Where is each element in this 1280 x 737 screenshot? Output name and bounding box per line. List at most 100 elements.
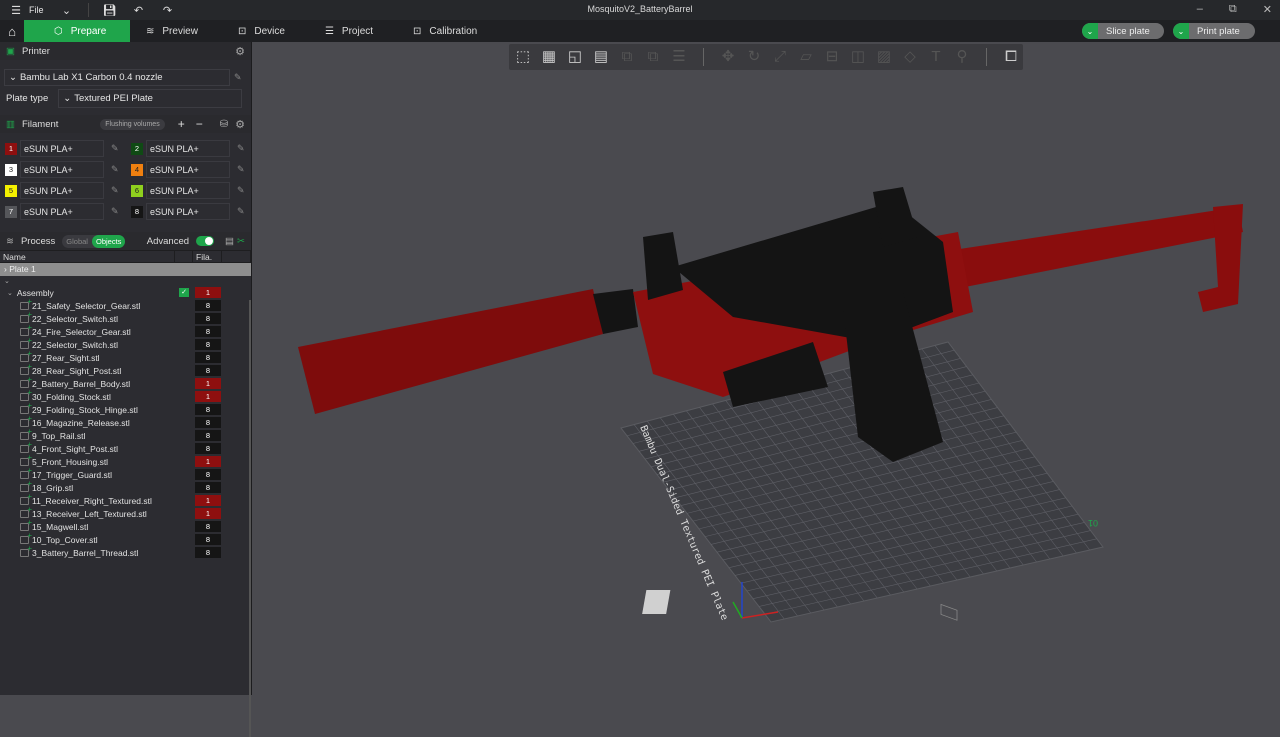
edit-icon[interactable]: ✎: [237, 185, 245, 196]
object-row[interactable]: 15_Magwell.stl 8: [0, 518, 251, 533]
filament-slot[interactable]: 1 eSUN PLA+ ✎: [5, 140, 131, 157]
filament-badge[interactable]: 8: [195, 534, 221, 545]
plate-row[interactable]: › Plate 1: [0, 263, 251, 276]
filament-name[interactable]: eSUN PLA+: [20, 140, 104, 157]
edit-icon[interactable]: ✎: [111, 206, 119, 217]
filament-badge[interactable]: 8: [195, 469, 221, 480]
object-row[interactable]: 3_Battery_Barrel_Thread.stl 8: [0, 544, 251, 559]
filament-color-swatch[interactable]: 1: [5, 142, 17, 155]
filament-badge[interactable]: 8: [195, 300, 221, 311]
filament-badge[interactable]: 8: [195, 326, 221, 337]
object-row[interactable]: 28_Rear_Sight_Post.stl 8: [0, 362, 251, 377]
edit-icon[interactable]: ✎: [111, 143, 119, 154]
sync-filament-icon[interactable]: ⛁: [220, 119, 228, 130]
object-row[interactable]: 4_Front_Sight_Post.stl 8: [0, 440, 251, 455]
filament-badge[interactable]: 1: [195, 456, 221, 467]
filament-color-swatch[interactable]: 8: [131, 205, 143, 218]
filament-slot[interactable]: 3 eSUN PLA+ ✎: [5, 161, 131, 178]
tab-prepare[interactable]: ⬡ Prepare: [24, 20, 130, 42]
object-row[interactable]: 17_Trigger_Guard.stl 8: [0, 466, 251, 481]
tab-calibration[interactable]: ⊡ Calibration: [397, 20, 501, 42]
object-row[interactable]: 30_Folding_Stock.stl 1: [0, 388, 251, 403]
filament-name[interactable]: eSUN PLA+: [20, 182, 104, 199]
edit-icon[interactable]: ✎: [234, 72, 242, 83]
checkbox-icon[interactable]: ✓: [179, 288, 189, 297]
global-option[interactable]: Global: [62, 235, 92, 248]
edit-icon[interactable]: ✎: [111, 164, 119, 175]
filament-badge[interactable]: 8: [195, 443, 221, 454]
column-fila[interactable]: Fila.: [193, 251, 222, 262]
object-row[interactable]: 11_Receiver_Right_Textured.stl 1: [0, 492, 251, 507]
filament-badge[interactable]: 8: [195, 352, 221, 363]
print-plate-button[interactable]: ⌄ Print plate: [1173, 23, 1255, 39]
global-objects-switch[interactable]: Global Objects: [62, 234, 126, 248]
flushing-volumes-button[interactable]: Flushing volumes: [100, 118, 165, 130]
home-icon[interactable]: ⌂: [0, 24, 24, 39]
minimize-icon[interactable]: –: [1197, 3, 1203, 16]
remove-filament-icon[interactable]: −: [196, 117, 203, 131]
object-row[interactable]: 9_Top_Rail.stl 8: [0, 427, 251, 442]
filament-badge[interactable]: 8: [195, 313, 221, 324]
hamburger-menu-icon[interactable]: ☰: [8, 4, 24, 17]
filament-name[interactable]: eSUN PLA+: [146, 140, 230, 157]
folding-stock[interactable]: [953, 207, 1243, 287]
tab-preview[interactable]: ≋ Preview: [130, 20, 222, 42]
chevron-down-icon[interactable]: ⌄: [0, 289, 17, 297]
edit-icon[interactable]: ✎: [237, 164, 245, 175]
filament-badge[interactable]: 8: [195, 417, 221, 428]
object-row[interactable]: 18_Grip.stl 8: [0, 479, 251, 494]
slice-plate-button[interactable]: ⌄ Slice plate: [1082, 23, 1164, 39]
save-icon[interactable]: 💾︎: [102, 4, 118, 17]
filament-color-swatch[interactable]: 4: [131, 163, 143, 176]
object-row[interactable]: 10_Top_Cover.stl 8: [0, 531, 251, 546]
filament-slot[interactable]: 7 eSUN PLA+ ✎: [5, 203, 131, 220]
object-row[interactable]: 2_Battery_Barrel_Body.stl 1: [0, 375, 251, 390]
filament-name[interactable]: eSUN PLA+: [20, 161, 104, 178]
add-filament-icon[interactable]: +: [178, 117, 185, 131]
filament-badge[interactable]: 8: [195, 365, 221, 376]
filament-badge[interactable]: 8: [195, 404, 221, 415]
object-row[interactable]: 27_Rear_Sight.stl 8: [0, 349, 251, 364]
close-icon[interactable]: ✕: [1263, 3, 1272, 16]
objects-option[interactable]: Objects: [91, 234, 126, 248]
edit-icon[interactable]: ✎: [237, 206, 245, 217]
filament-color-swatch[interactable]: 6: [131, 184, 143, 197]
filament-color-swatch[interactable]: 2: [131, 142, 143, 155]
filament-badge[interactable]: 8: [195, 521, 221, 532]
assembly-row[interactable]: ⌄ Assembly ✓ 1: [0, 286, 251, 299]
chevron-down-icon[interactable]: ⌄: [59, 4, 75, 17]
advanced-toggle[interactable]: [196, 236, 215, 246]
tab-device[interactable]: ⊡ Device: [222, 20, 309, 42]
filament-name[interactable]: eSUN PLA+: [146, 161, 230, 178]
object-row[interactable]: 5_Front_Housing.stl 1: [0, 453, 251, 468]
redo-icon[interactable]: ↷: [160, 4, 176, 17]
scrollbar[interactable]: [249, 300, 251, 737]
3d-viewport[interactable]: ⬚ ▦ ◱ ▤ ⧉ ⧉ ☰ ✥ ↻ ⤢ ⏥ ⊟ ◫ ▨ ◇ T ⚲ ⧠ Bamb…: [253, 42, 1280, 695]
object-row[interactable]: 13_Receiver_Left_Textured.stl 1: [0, 505, 251, 520]
filament-badge[interactable]: 1: [195, 508, 221, 519]
filament-color-swatch[interactable]: 5: [5, 184, 17, 197]
chevron-right-icon[interactable]: ›: [4, 264, 7, 274]
tab-project[interactable]: ☰ Project: [309, 20, 397, 42]
filament-slot[interactable]: 6 eSUN PLA+ ✎: [131, 182, 257, 199]
filament-color-swatch[interactable]: 3: [5, 163, 17, 176]
filament-badge[interactable]: 1: [195, 287, 221, 298]
object-row[interactable]: 16_Magazine_Release.stl 8: [0, 414, 251, 429]
gear-icon[interactable]: ⚙: [235, 45, 245, 58]
chevron-down-icon[interactable]: ⌄: [1082, 23, 1098, 39]
filament-badge[interactable]: 1: [195, 391, 221, 402]
edit-icon[interactable]: ✎: [111, 185, 119, 196]
gear-icon[interactable]: ⚙: [235, 118, 245, 131]
file-menu[interactable]: File: [29, 5, 44, 15]
filament-name[interactable]: eSUN PLA+: [146, 182, 230, 199]
filament-slot[interactable]: 8 eSUN PLA+ ✎: [131, 203, 257, 220]
restore-icon[interactable]: ⧉: [1229, 3, 1237, 16]
scissors-icon[interactable]: ✂: [237, 236, 245, 247]
filament-badge[interactable]: 8: [195, 547, 221, 558]
filament-slot[interactable]: 2 eSUN PLA+ ✎: [131, 140, 257, 157]
object-row[interactable]: 22_Selector_Switch.stl 8: [0, 336, 251, 351]
filament-name[interactable]: eSUN PLA+: [146, 203, 230, 220]
filament-slot[interactable]: 5 eSUN PLA+ ✎: [5, 182, 131, 199]
suppressor[interactable]: [298, 289, 603, 414]
object-row[interactable]: 22_Selector_Switch.stl 8: [0, 310, 251, 325]
